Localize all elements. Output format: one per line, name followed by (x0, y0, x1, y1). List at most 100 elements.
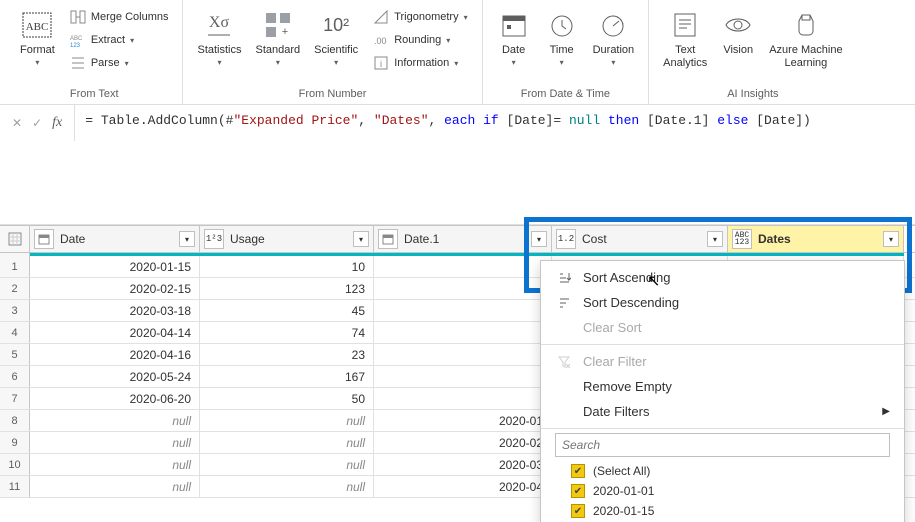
sort-descending-item[interactable]: Sort Descending (541, 290, 904, 315)
ribbon-group-ai: Text Analytics Vision Azure Machine Lear… (649, 0, 856, 104)
accept-formula-icon[interactable]: ✓ (32, 116, 42, 130)
info-button[interactable]: iInformation▾ (366, 52, 473, 74)
filter-value-item[interactable]: ✔2020-01-15 (541, 501, 904, 521)
cell-date1[interactable] (374, 322, 552, 343)
statistics-icon: Χσ (204, 8, 234, 42)
filter-dropdown[interactable]: ▾ (179, 231, 195, 247)
filter-dropdown[interactable]: ▾ (707, 231, 723, 247)
row-number: 5 (0, 344, 30, 365)
row-number: 3 (0, 300, 30, 321)
cell-usage[interactable]: null (200, 476, 374, 497)
cell-date[interactable]: 2020-05-24 (30, 366, 200, 387)
column-header-usage[interactable]: 1²3Usage▾ (200, 226, 374, 252)
duration-button[interactable]: Duration▾ (587, 6, 641, 69)
svg-text:Χσ: Χσ (209, 14, 230, 31)
info-icon: i (372, 54, 390, 72)
format-button[interactable]: ABC Format ▾ (14, 6, 61, 69)
cell-date1[interactable] (374, 256, 552, 277)
datatype-icon[interactable]: 1²3 (204, 229, 224, 249)
row-number: 7 (0, 388, 30, 409)
time-icon (548, 8, 576, 42)
datatype-icon[interactable]: 1.2 (556, 229, 576, 249)
svg-text:+: + (282, 26, 288, 38)
cell-date[interactable]: 2020-04-14 (30, 322, 200, 343)
cell-usage[interactable]: null (200, 410, 374, 431)
cell-usage[interactable]: 23 (200, 344, 374, 365)
datatype-icon[interactable] (34, 229, 54, 249)
cell-date[interactable]: 2020-04-16 (30, 344, 200, 365)
cancel-formula-icon[interactable]: ✕ (12, 116, 22, 130)
scientific-button[interactable]: 10²Scientific▾ (308, 6, 364, 69)
ribbon-group-number: ΧσStatistics▾ +Standard▾ 10²Scientific▾ … (183, 0, 482, 104)
text-analytics-button[interactable]: Text Analytics (657, 6, 713, 72)
cell-date1[interactable]: 2020-04 (374, 476, 552, 497)
formula-input[interactable]: = Table.AddColumn(#"Expanded Price", "Da… (75, 105, 915, 141)
parse-button[interactable]: Parse▾ (63, 52, 175, 74)
filter-value-item[interactable]: ✔2020-01-01 (541, 481, 904, 501)
cell-usage[interactable]: 45 (200, 300, 374, 321)
merge-columns-button[interactable]: Merge Columns (63, 6, 175, 28)
cell-date[interactable]: 2020-02-15 (30, 278, 200, 299)
datatype-icon[interactable]: ABC 123 (732, 229, 752, 249)
cell-date[interactable]: null (30, 432, 200, 453)
cell-usage[interactable]: 74 (200, 322, 374, 343)
vision-button[interactable]: Vision (715, 6, 761, 59)
trig-button[interactable]: Trigonometry▾ (366, 6, 473, 28)
azure-ml-button[interactable]: Azure Machine Learning (763, 6, 848, 72)
filter-dropdown[interactable]: ▾ (531, 231, 547, 247)
date-filters-item[interactable]: Date Filters▶ (541, 399, 904, 424)
cell-usage[interactable]: 50 (200, 388, 374, 409)
scientific-icon: 10² (323, 8, 349, 42)
menu-separator (541, 344, 904, 345)
remove-empty-item[interactable]: Remove Empty (541, 374, 904, 399)
cell-date[interactable]: 2020-01-15 (30, 256, 200, 277)
text-analytics-icon (671, 8, 699, 42)
row-number: 1 (0, 256, 30, 277)
time-button[interactable]: Time▾ (539, 6, 585, 69)
filter-dropdown[interactable]: ▾ (883, 231, 899, 247)
fx-icon[interactable]: fx (52, 115, 62, 131)
table-corner[interactable] (0, 226, 30, 252)
row-number: 2 (0, 278, 30, 299)
cell-date[interactable]: null (30, 410, 200, 431)
rounding-button[interactable]: .00Rounding▾ (366, 29, 473, 51)
cell-date1[interactable]: 2020-02 (374, 432, 552, 453)
cell-date1[interactable]: 2020-01 (374, 410, 552, 431)
clear-sort-item: Clear Sort (541, 315, 904, 340)
column-header-date[interactable]: Date▾ (30, 226, 200, 252)
column-header-dates[interactable]: ABC 123Dates▾ (728, 226, 904, 252)
extract-button[interactable]: ABC123Extract▾ (63, 29, 175, 51)
cell-usage[interactable]: null (200, 454, 374, 475)
azure-ml-icon (792, 8, 820, 42)
column-header-date1[interactable]: Date.1▾ (374, 226, 552, 252)
datatype-icon[interactable] (378, 229, 398, 249)
clear-filter-item: Clear Filter (541, 349, 904, 374)
statistics-button[interactable]: ΧσStatistics▾ (191, 6, 247, 69)
cell-date[interactable]: 2020-06-20 (30, 388, 200, 409)
cell-date[interactable]: null (30, 476, 200, 497)
cell-date1[interactable] (374, 366, 552, 387)
cell-usage[interactable]: null (200, 432, 374, 453)
parse-icon (69, 54, 87, 72)
cell-date1[interactable] (374, 300, 552, 321)
sort-desc-icon (555, 296, 573, 310)
row-number: 11 (0, 476, 30, 497)
column-header-cost[interactable]: 1.2Cost▾ (552, 226, 728, 252)
date-button[interactable]: Date▾ (491, 6, 537, 69)
cell-date[interactable]: null (30, 454, 200, 475)
filter-value-select-all[interactable]: ✔(Select All) (541, 461, 904, 481)
cell-date1[interactable]: 2020-03 (374, 454, 552, 475)
ribbon-group-datetime: Date▾ Time▾ Duration▾ From Date & Time (483, 0, 650, 104)
cell-date1[interactable] (374, 344, 552, 365)
cell-date[interactable]: 2020-03-18 (30, 300, 200, 321)
cell-date1[interactable] (374, 388, 552, 409)
cell-usage[interactable]: 123 (200, 278, 374, 299)
row-number: 9 (0, 432, 30, 453)
standard-button[interactable]: +Standard▾ (250, 6, 307, 69)
filter-dropdown[interactable]: ▾ (353, 231, 369, 247)
cell-usage[interactable]: 10 (200, 256, 374, 277)
sort-ascending-item[interactable]: Sort Ascending (541, 265, 904, 290)
filter-search[interactable] (555, 433, 890, 457)
cell-date1[interactable] (374, 278, 552, 299)
cell-usage[interactable]: 167 (200, 366, 374, 387)
